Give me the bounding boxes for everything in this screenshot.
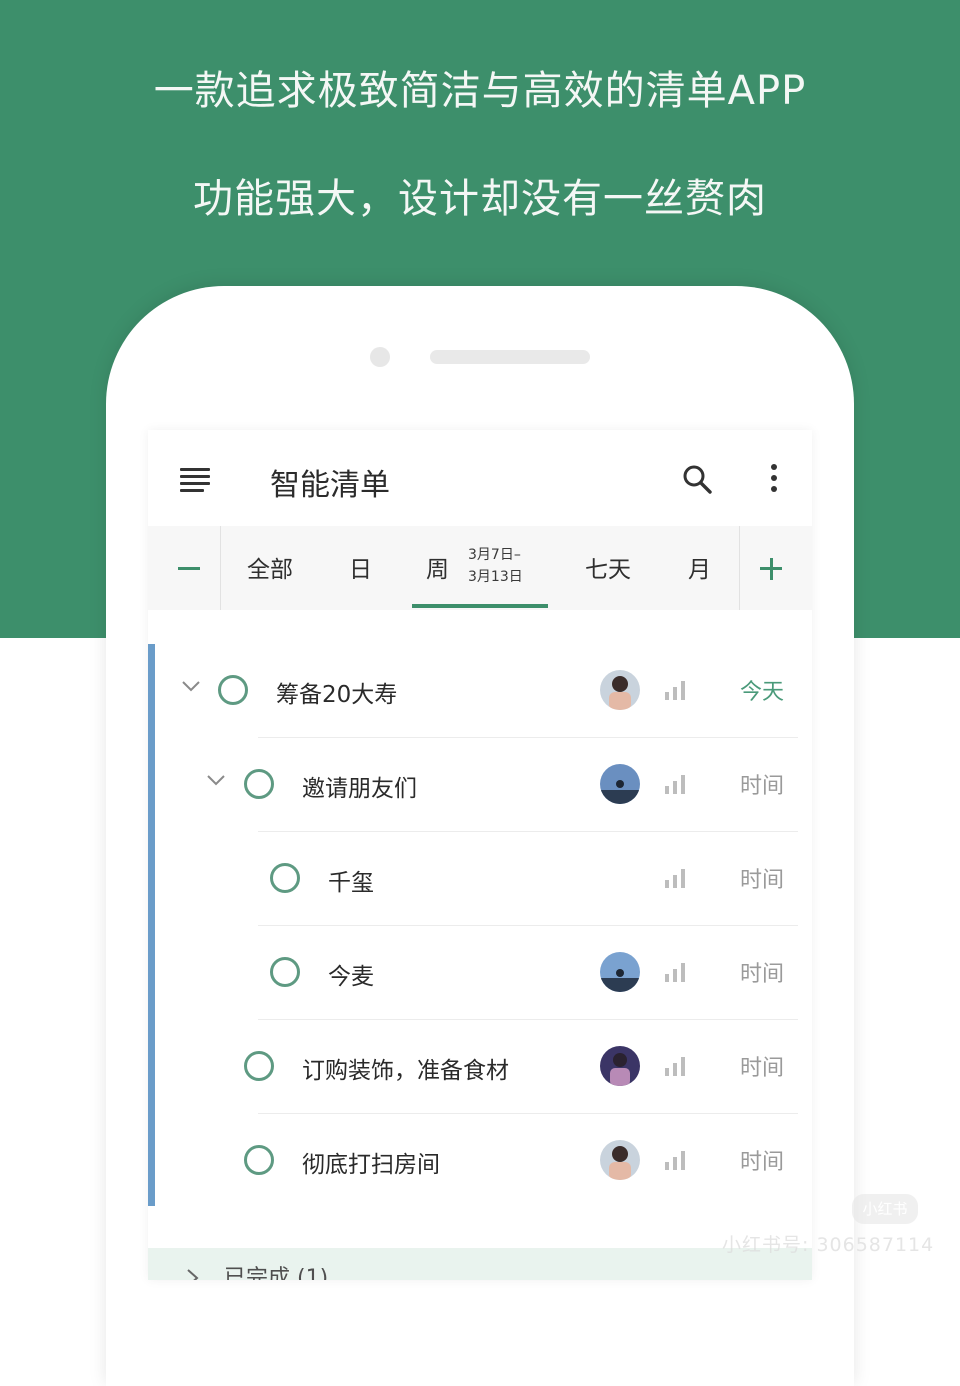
task-checkbox[interactable] <box>270 957 300 987</box>
tab-week[interactable]: 周 <box>426 550 449 584</box>
task-row[interactable]: 订购装饰，准备食材 时间 <box>148 1020 812 1114</box>
task-time[interactable]: 时间 <box>740 956 784 988</box>
week-range-label: 3月7日– 3月13日 <box>468 544 523 588</box>
plus-icon[interactable] <box>740 526 812 610</box>
task-row[interactable]: 邀请朋友们 时间 <box>148 738 812 832</box>
task-row[interactable]: 筹备20大寿 今天 <box>148 644 812 738</box>
more-vertical-icon[interactable] <box>768 464 780 496</box>
tab-divider <box>220 526 221 610</box>
chevron-down-icon[interactable] <box>206 774 226 786</box>
task-time[interactable]: 时间 <box>740 1144 784 1176</box>
priority-icon[interactable] <box>663 1148 687 1172</box>
task-title: 千玺 <box>328 870 374 896</box>
priority-icon[interactable] <box>663 1054 687 1078</box>
minus-icon[interactable] <box>148 526 220 610</box>
task-checkbox[interactable] <box>244 769 274 799</box>
phone-camera <box>370 347 390 367</box>
hamburger-menu-icon[interactable] <box>180 468 210 492</box>
task-row[interactable]: 千玺 时间 <box>148 832 812 926</box>
task-row[interactable]: 今麦 时间 <box>148 926 812 1020</box>
priority-icon[interactable] <box>663 866 687 890</box>
avatar[interactable] <box>600 1046 640 1086</box>
avatar[interactable] <box>600 764 640 804</box>
chevron-right-icon[interactable] <box>186 1268 200 1280</box>
priority-icon[interactable] <box>663 678 687 702</box>
tab-all[interactable]: 全部 <box>247 550 293 584</box>
search-icon[interactable] <box>682 464 712 494</box>
page-title: 智能清单 <box>270 468 390 503</box>
tab-month[interactable]: 月 <box>688 550 711 584</box>
tab-day[interactable]: 日 <box>349 550 372 584</box>
promo-subheadline: 功能强大，设计却没有一丝赘肉 <box>193 176 767 222</box>
completed-section-header[interactable]: 已完成 (1) <box>148 1248 812 1280</box>
task-checkbox[interactable] <box>244 1145 274 1175</box>
task-checkbox[interactable] <box>244 1051 274 1081</box>
watermark-text: 小红书号: 306587114 <box>722 1234 935 1256</box>
task-title: 订购装饰，准备食材 <box>302 1058 509 1084</box>
tab-seven-days[interactable]: 七天 <box>585 550 631 584</box>
active-tab-indicator <box>412 604 548 608</box>
app-screen: 智能清单 全部 日 周 3月7日– 3月13日 七天 月 筹备20大寿 今天 邀… <box>148 430 812 1280</box>
task-time[interactable]: 时间 <box>740 1050 784 1082</box>
app-bar: 智能清单 <box>148 430 812 526</box>
avatar[interactable] <box>600 670 640 710</box>
task-checkbox[interactable] <box>270 863 300 893</box>
week-range-start: 3月7日– <box>468 547 521 563</box>
task-row[interactable]: 彻底打扫房间 时间 <box>148 1114 812 1208</box>
watermark-badge: 小红书 <box>852 1194 918 1224</box>
task-time[interactable]: 时间 <box>740 768 784 800</box>
avatar[interactable] <box>600 1140 640 1180</box>
promo-headline: 一款追求极致简洁与高效的清单APP <box>153 68 807 114</box>
task-title: 彻底打扫房间 <box>302 1152 440 1178</box>
task-title: 今麦 <box>328 964 374 990</box>
date-filter-tabbar: 全部 日 周 3月7日– 3月13日 七天 月 <box>148 526 812 610</box>
week-range-end: 3月13日 <box>468 569 523 585</box>
priority-icon[interactable] <box>663 960 687 984</box>
chevron-down-icon[interactable] <box>181 680 201 692</box>
task-time[interactable]: 时间 <box>740 862 784 894</box>
completed-label: 已完成 (1) <box>224 1266 329 1280</box>
avatar[interactable] <box>600 952 640 992</box>
task-time[interactable]: 今天 <box>740 674 784 706</box>
task-checkbox[interactable] <box>218 675 248 705</box>
task-title: 邀请朋友们 <box>302 776 417 802</box>
phone-speaker <box>430 350 590 364</box>
priority-icon[interactable] <box>663 772 687 796</box>
task-title: 筹备20大寿 <box>276 682 398 708</box>
